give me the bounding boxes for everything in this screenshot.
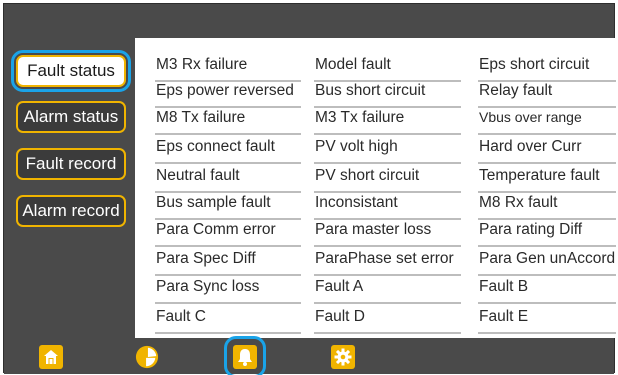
fault-item: Para rating Diff [478,221,616,247]
fault-item: Para master loss [314,221,461,247]
fault-item: PV volt high [314,138,461,164]
fault-item: Hard over Curr [478,138,616,164]
fault-item: Fault B [478,278,616,304]
fault-item: M8 Tx failure [155,109,301,135]
top-bar [4,4,614,38]
gear-icon[interactable] [331,345,355,369]
fault-item: Fault E [478,308,616,334]
sidebar-item-alarm-status[interactable]: Alarm status [16,101,126,133]
fault-item: ParaPhase set error [314,250,461,276]
inverter-display: Fault status Alarm status Fault record A… [3,3,616,375]
fault-item: Fault D [314,308,461,334]
bell-icon[interactable] [224,336,266,375]
fault-item: Vbus over range [478,109,616,135]
sidebar-item-fault-status[interactable]: Fault status [11,50,131,92]
pie-chart-icon[interactable] [135,345,159,369]
bottom-nav [4,336,614,375]
fault-item: Fault A [314,278,461,304]
fault-status-panel: M3 Rx failure Model fault Eps short circ… [135,38,616,338]
fault-item: Eps short circuit [478,56,616,82]
sidebar-item-alarm-record[interactable]: Alarm record [16,195,126,227]
fault-item: Para Sync loss [155,278,301,304]
fault-item: Temperature fault [478,167,616,193]
fault-item: PV short circuit [314,167,461,193]
fault-item: M3 Tx failure [314,109,461,135]
fault-item: Model fault [314,56,461,82]
fault-item: Neutral fault [155,167,301,193]
fault-item: Para Spec Diff [155,250,301,276]
fault-item: Fault C [155,308,301,334]
fault-item: M3 Rx failure [155,56,301,82]
fault-item: Inconsistant [314,194,461,220]
fault-item: M8 Rx fault [478,194,616,220]
fault-item: Bus sample fault [155,194,301,220]
fault-item: Bus short circuit [314,82,461,108]
fault-item: Eps connect fault [155,138,301,164]
fault-item: Para Gen unAccord [478,250,616,276]
fault-item: Para Comm error [155,221,301,247]
sidebar-item-fault-record[interactable]: Fault record [16,148,126,180]
home-icon[interactable] [39,345,63,369]
fault-item: Eps power reversed [155,82,301,108]
fault-item: Relay fault [478,82,616,108]
